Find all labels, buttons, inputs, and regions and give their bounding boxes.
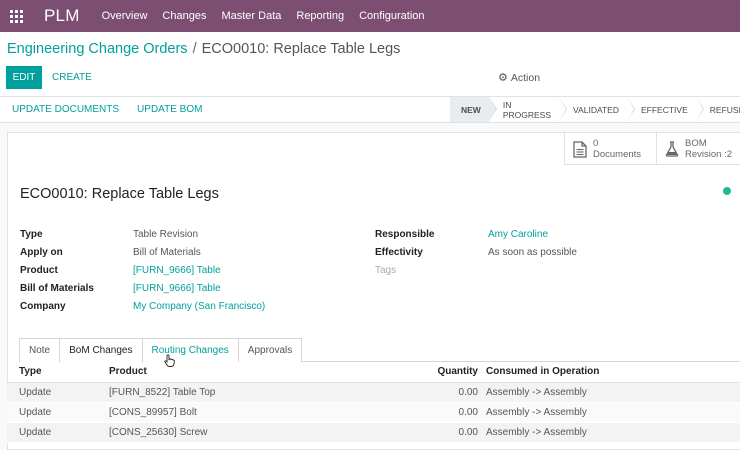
- update-bom-button[interactable]: UPDATE BOM: [137, 104, 202, 115]
- menu-reporting[interactable]: Reporting: [296, 10, 344, 22]
- stage-in-progress[interactable]: IN PROGRESS: [488, 97, 568, 122]
- table-row[interactable]: Update [CONS_25630] Screw 0.00 Assembly …: [7, 422, 740, 443]
- flask-icon: [665, 141, 679, 157]
- bom-revision-smart-button[interactable]: BOM Revision :2: [656, 133, 740, 165]
- company-link[interactable]: My Company (San Francisco): [133, 301, 265, 312]
- field-value: As soon as possible: [488, 246, 577, 258]
- documents-label: Documents: [593, 149, 642, 160]
- action-dropdown[interactable]: ⚙ Action: [498, 66, 540, 89]
- field-value: Bill of Materials: [133, 246, 201, 258]
- smart-button-box: 0 Documents BOM Revision :2: [564, 133, 740, 165]
- cell-operation: Assembly -> Assembly: [483, 382, 740, 403]
- column-type[interactable]: Type: [7, 362, 97, 383]
- action-label: Action: [510, 71, 541, 84]
- cell-operation: Assembly -> Assembly: [483, 422, 740, 443]
- column-product[interactable]: Product: [97, 362, 367, 383]
- breadcrumb-separator: /: [192, 41, 197, 57]
- create-button[interactable]: CREATE: [52, 66, 92, 89]
- field-label: Apply on: [20, 246, 63, 258]
- menu-configuration[interactable]: Configuration: [359, 10, 424, 22]
- stage-new[interactable]: NEW: [450, 97, 497, 122]
- cell-type: Update: [7, 422, 97, 443]
- cell-product: [CONS_25630] Screw: [97, 422, 367, 443]
- menu-changes[interactable]: Changes: [162, 10, 206, 22]
- breadcrumb-parent[interactable]: Engineering Change Orders: [7, 41, 188, 57]
- status-indicator: [723, 187, 731, 195]
- gear-icon: ⚙: [498, 72, 508, 84]
- cell-type: Update: [7, 402, 97, 423]
- field-bill-of-materials: Bill of Materials [FURN_9666] Table: [20, 279, 265, 297]
- bom-label: BOM: [685, 138, 707, 149]
- stage-label: NEW: [461, 104, 481, 115]
- cell-type: Update: [7, 382, 97, 403]
- cell-quantity: 0.00: [367, 422, 483, 443]
- table-row[interactable]: Update [FURN_8522] Table Top 0.00 Assemb…: [7, 382, 740, 403]
- field-label: Tags: [375, 264, 397, 276]
- responsible-link[interactable]: Amy Caroline: [488, 229, 548, 240]
- documents-count: 0: [593, 138, 599, 149]
- cell-operation: Assembly -> Assembly: [483, 402, 740, 423]
- field-company: Company My Company (San Francisco): [20, 297, 265, 315]
- column-quantity[interactable]: Quantity: [367, 362, 483, 383]
- field-label: Responsible: [375, 228, 435, 240]
- table-row[interactable]: Update [CONS_89957] Bolt 0.00 Assembly -…: [7, 402, 740, 423]
- bom-link[interactable]: [FURN_9666] Table: [133, 283, 221, 294]
- field-label: Effectivity: [375, 246, 423, 258]
- documents-smart-button[interactable]: 0 Documents: [564, 133, 656, 165]
- update-documents-button[interactable]: UPDATE DOCUMENTS: [12, 104, 119, 115]
- field-type: Type Table Revision: [20, 225, 265, 243]
- field-apply-on: Apply on Bill of Materials: [20, 243, 265, 261]
- cell-quantity: 0.00: [367, 402, 483, 423]
- stage-label: VALIDATED: [573, 104, 619, 115]
- file-icon: [573, 140, 587, 158]
- breadcrumb: Engineering Change Orders / ECO0010: Rep…: [7, 41, 400, 57]
- field-value: Table Revision: [133, 228, 199, 240]
- cell-product: [FURN_8522] Table Top: [97, 382, 367, 403]
- field-responsible: Responsible Amy Caroline: [375, 225, 577, 243]
- tab-approvals[interactable]: Approvals: [237, 338, 303, 362]
- edit-button[interactable]: EDIT: [6, 66, 42, 89]
- table-header: Type Product Quantity Consumed in Operat…: [7, 362, 740, 383]
- top-navbar: PLM Overview Changes Master Data Reporti…: [0, 0, 740, 32]
- field-label: Product: [20, 264, 58, 276]
- app-brand[interactable]: PLM: [44, 6, 80, 26]
- fields-left-group: Type Table Revision Apply on Bill of Mat…: [20, 225, 265, 315]
- stage-effective[interactable]: EFFECTIVE: [627, 97, 704, 122]
- menu-master-data[interactable]: Master Data: [221, 10, 281, 22]
- field-label: Type: [20, 228, 43, 240]
- bom-revision-value: Revision :2: [685, 149, 732, 160]
- stage-label: IN PROGRESS: [502, 99, 552, 120]
- field-label: Bill of Materials: [20, 282, 94, 294]
- record-title: ECO0010: Replace Table Legs: [20, 186, 219, 202]
- stage-validated[interactable]: VALIDATED: [559, 97, 635, 122]
- fields-right-group: Responsible Amy Caroline Effectivity As …: [375, 225, 577, 279]
- field-label: Company: [20, 300, 66, 312]
- product-link[interactable]: [FURN_9666] Table: [133, 265, 221, 276]
- cell-quantity: 0.00: [367, 382, 483, 403]
- statusbar: NEW IN PROGRESS VALIDATED EFFECTIVE REFU…: [450, 97, 740, 122]
- stage-label: EFFECTIVE: [641, 104, 688, 115]
- main-menu: Overview Changes Master Data Reporting C…: [102, 0, 440, 32]
- menu-overview[interactable]: Overview: [102, 10, 148, 22]
- notebook-tabs: Note BoM Changes Routing Changes Approva…: [19, 338, 740, 363]
- column-operation[interactable]: Consumed in Operation: [483, 362, 740, 383]
- field-product: Product [FURN_9666] Table: [20, 261, 265, 279]
- breadcrumb-current: ECO0010: Replace Table Legs: [201, 41, 401, 57]
- tab-bom-changes[interactable]: BoM Changes: [59, 338, 143, 363]
- cell-product: [CONS_89957] Bolt: [97, 402, 367, 423]
- form-header: UPDATE DOCUMENTS UPDATE BOM NEW IN PROGR…: [0, 96, 740, 123]
- stage-label: REFUSED: [709, 104, 740, 115]
- bom-changes-table: Type Product Quantity Consumed in Operat…: [7, 362, 740, 443]
- tab-note[interactable]: Note: [19, 338, 61, 362]
- field-effectivity: Effectivity As soon as possible: [375, 243, 577, 261]
- grid-icon[interactable]: [0, 0, 32, 32]
- tab-routing-changes[interactable]: Routing Changes: [141, 338, 239, 362]
- field-tags[interactable]: Tags: [375, 261, 577, 279]
